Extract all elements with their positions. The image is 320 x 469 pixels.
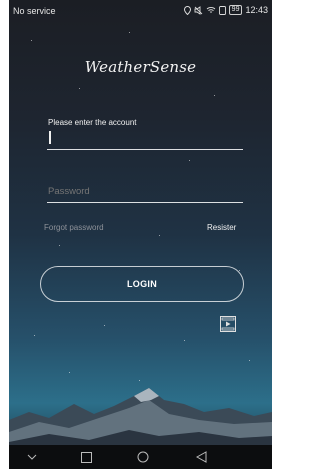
location-icon <box>183 5 191 15</box>
recents-icon[interactable] <box>77 449 95 465</box>
account-label: Please enter the account <box>48 118 137 127</box>
register-link[interactable]: Resister <box>207 223 236 232</box>
status-bar: No service 99 12:43 <box>9 0 272 22</box>
video-tutorial-icon[interactable] <box>220 316 236 332</box>
carrier-text: No service <box>13 6 56 16</box>
password-input[interactable] <box>48 186 238 197</box>
hide-keyboard-icon[interactable] <box>23 449 41 465</box>
account-input[interactable] <box>47 149 243 150</box>
app-screen: No service 99 12:43 WeatherSense Please … <box>9 0 272 469</box>
home-icon[interactable] <box>134 449 152 465</box>
mute-icon <box>194 5 203 15</box>
navigation-bar <box>9 445 272 469</box>
wifi-icon <box>206 6 216 14</box>
app-logo: WeatherSense <box>84 58 197 76</box>
battery-icon: 99 <box>228 5 243 15</box>
back-icon[interactable] <box>192 449 210 465</box>
forgot-password-link[interactable]: Forgot password <box>44 223 104 232</box>
account-input-cursor <box>49 131 51 144</box>
login-button[interactable]: LOGIN <box>40 266 244 302</box>
password-underline <box>47 202 243 203</box>
clock-text: 12:43 <box>245 5 268 15</box>
sim-icon <box>218 5 226 15</box>
